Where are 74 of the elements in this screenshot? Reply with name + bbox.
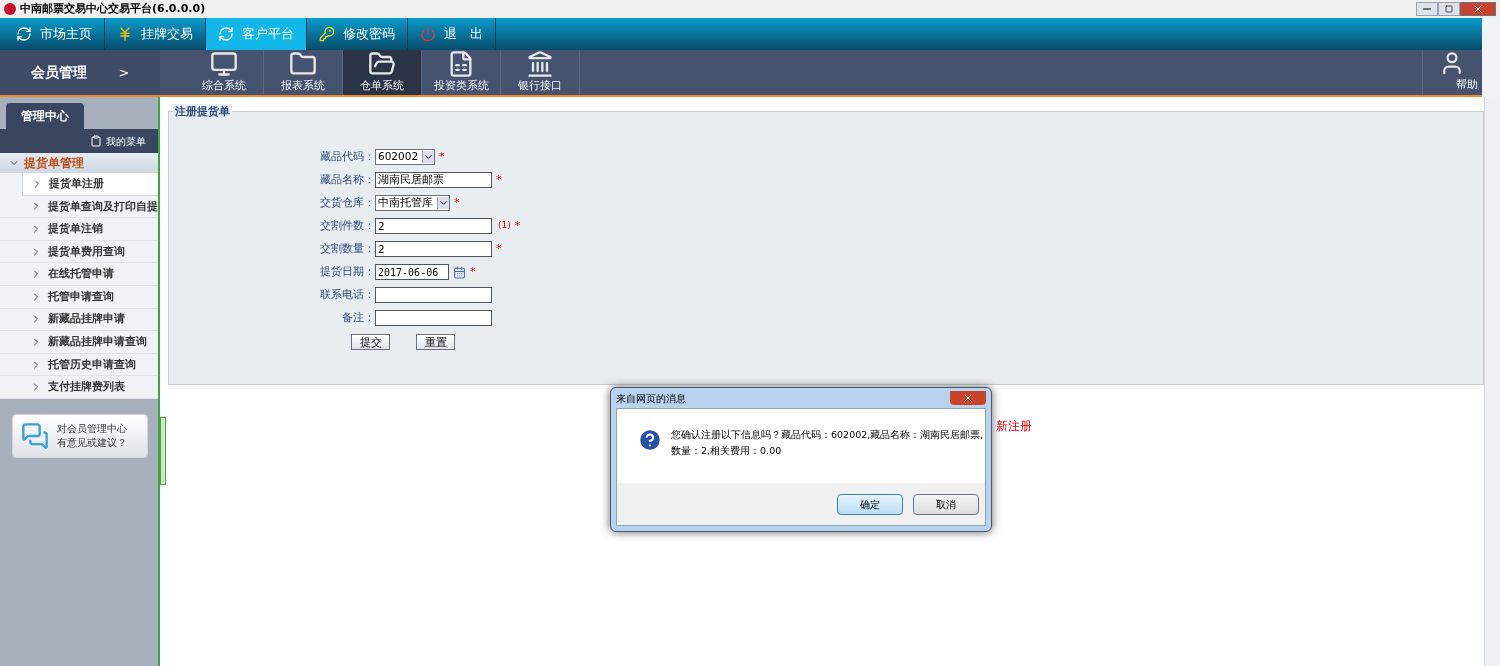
minimize-button[interactable]: [1416, 2, 1438, 16]
field-label: 联系电话：: [319, 287, 375, 303]
input-field[interactable]: 湖南民居邮票: [375, 172, 492, 188]
input-field[interactable]: [375, 310, 492, 326]
hidden-link-text: 新注册: [996, 418, 1032, 435]
close-button[interactable]: [1460, 2, 1496, 16]
feedback-button[interactable]: 对会员管理中心 有意见或建议？: [12, 413, 148, 458]
dialog-button[interactable]: 确定: [837, 493, 903, 515]
input-field[interactable]: [375, 287, 492, 303]
sidebar-tab[interactable]: 管理中心: [6, 103, 84, 129]
field-label: 交割数量：: [319, 241, 375, 257]
question-icon: [637, 427, 663, 453]
chat-bubbles-icon: [21, 421, 49, 450]
field-label: 备注：: [341, 310, 375, 326]
menu-item[interactable]: 提货单注册: [22, 173, 158, 196]
required-mark: *: [454, 194, 460, 211]
form-button[interactable]: 提交: [351, 334, 390, 350]
required-mark: *: [439, 148, 445, 165]
select-field[interactable]: 602002: [375, 149, 436, 165]
field-label: 提货日期：: [319, 264, 375, 280]
maximize-icon: [1445, 5, 1453, 13]
menu-item[interactable]: 支付挂牌费列表: [0, 376, 158, 399]
form-button[interactable]: 重置: [416, 334, 455, 350]
toolbar-button[interactable]: 投资类系统: [422, 50, 501, 95]
help-button[interactable]: 帮助: [1456, 76, 1478, 93]
refresh-icon: [218, 26, 234, 42]
menu-group-header[interactable]: 提货单管理: [0, 153, 158, 173]
collapse-handle[interactable]: [160, 417, 166, 485]
calendar-icon[interactable]: [453, 265, 466, 279]
toolbar-button[interactable]: 综合系统: [185, 50, 264, 95]
menu-item[interactable]: 新藏品挂牌申请查询: [0, 331, 158, 354]
close-icon: [962, 392, 974, 404]
select-field[interactable]: 中南托管库: [375, 195, 450, 211]
menu-item[interactable]: 在线托管申请: [0, 263, 158, 286]
menu-item[interactable]: 提货单查询及打印自提: [0, 195, 158, 219]
field-note: (1): [498, 219, 511, 233]
my-menu-label: 我的菜单: [106, 134, 146, 149]
required-mark: *: [470, 263, 476, 280]
menu-item[interactable]: 提货单费用查询: [0, 240, 158, 264]
form-legend: 注册提货单: [173, 104, 232, 121]
required-mark: *: [514, 217, 521, 234]
input-field[interactable]: 2: [375, 218, 492, 234]
scrollbar[interactable]: [1484, 97, 1500, 666]
menu-item[interactable]: 托管历史申请查询: [0, 353, 158, 377]
toolbar-button[interactable]: 仓单系统: [343, 50, 422, 95]
power-icon: [420, 26, 436, 42]
section-arrow: >: [118, 63, 130, 82]
field-label: 藏品名称：: [319, 172, 375, 188]
refresh-icon: [16, 26, 32, 42]
menu-item[interactable]: 新藏品挂牌申请: [0, 308, 158, 332]
window-title: 中南邮票交易中心交易平台(6.0.0.0): [20, 0, 206, 17]
yen-icon: [117, 26, 133, 42]
menu-item[interactable]: 托管申请查询: [0, 285, 158, 309]
dialog-title: 来自网页的消息: [616, 391, 686, 406]
toolbar-button[interactable]: 银行接口: [501, 50, 580, 95]
date-field[interactable]: 2017-06-06: [375, 264, 449, 280]
monitor-icon: [210, 50, 238, 79]
field-label: 交货仓库：: [319, 195, 375, 211]
field-label: 藏品代码：: [319, 149, 375, 165]
input-field[interactable]: 2: [375, 241, 492, 257]
dialog-button[interactable]: 取消: [913, 493, 979, 515]
required-mark: *: [496, 171, 502, 188]
clipboard-icon: [90, 135, 102, 147]
dialog-message: 您确认注册以下信息吗？藏品代码：602002,藏品名称：湖南民居邮票, 数量：2,相关费用：0.00: [671, 428, 984, 458]
field-label: 交割件数：: [319, 218, 375, 234]
menu-item[interactable]: 提货单注销: [0, 218, 158, 241]
dialog-close-button[interactable]: [950, 391, 986, 405]
maximize-button[interactable]: [1438, 2, 1460, 16]
key-icon: [319, 26, 335, 42]
required-mark: *: [496, 240, 502, 257]
close-icon: [1472, 3, 1484, 15]
app-logo-icon: [4, 3, 16, 15]
section-title: 会员管理: [30, 63, 87, 82]
bank-icon: [526, 50, 554, 79]
